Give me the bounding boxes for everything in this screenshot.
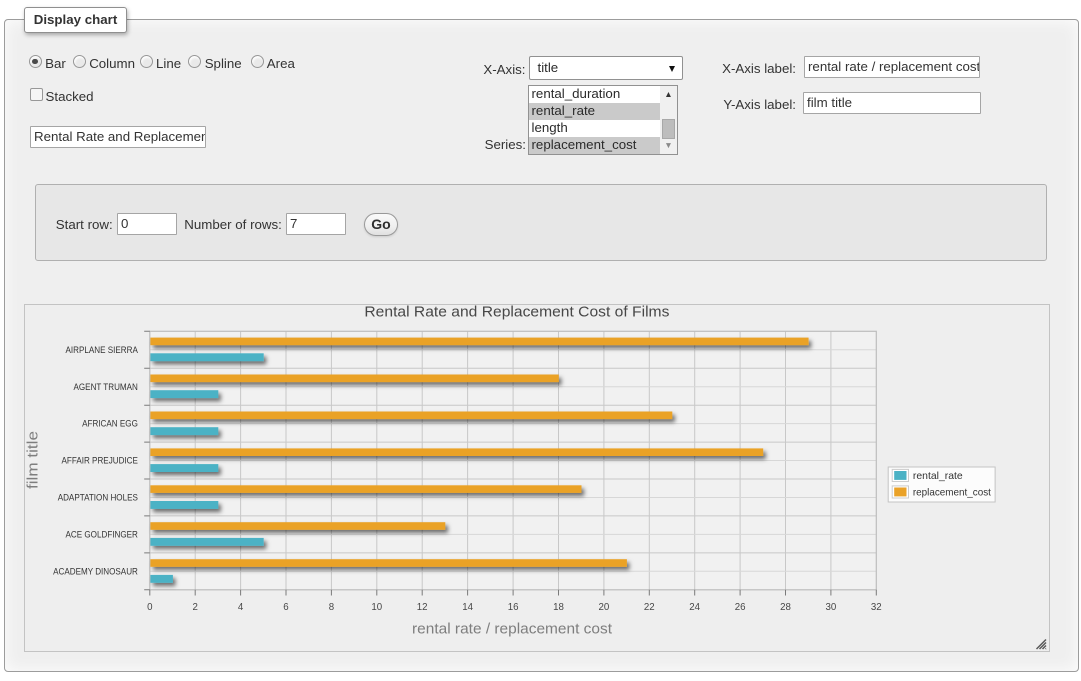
svg-text:rental_rate: rental_rate [913,471,963,482]
svg-text:Rental Rate and Replacement Co: Rental Rate and Replacement Cost of Film… [364,304,669,321]
svg-text:4: 4 [238,602,244,613]
svg-text:film title: film title [25,431,42,489]
svg-text:32: 32 [871,602,882,613]
svg-text:26: 26 [735,602,746,613]
svg-text:ACE GOLDFINGER: ACE GOLDFINGER [66,530,139,540]
svg-text:AGENT TRUMAN: AGENT TRUMAN [74,382,138,392]
svg-text:6: 6 [283,602,288,613]
svg-text:2: 2 [193,602,198,613]
svg-text:22: 22 [644,602,655,613]
svg-text:AFFAIR PREJUDICE: AFFAIR PREJUDICE [62,456,138,466]
svg-text:28: 28 [780,602,791,613]
svg-text:replacement_cost: replacement_cost [913,488,991,499]
svg-text:24: 24 [689,602,700,613]
svg-text:16: 16 [508,602,519,613]
svg-text:14: 14 [462,602,473,613]
svg-text:12: 12 [417,602,428,613]
svg-text:20: 20 [599,602,610,613]
svg-text:ADAPTATION HOLES: ADAPTATION HOLES [58,493,138,503]
svg-text:AFRICAN EGG: AFRICAN EGG [82,419,138,429]
svg-text:ACADEMY DINOSAUR: ACADEMY DINOSAUR [53,566,138,576]
svg-text:10: 10 [371,602,382,613]
svg-text:8: 8 [329,602,334,613]
svg-text:rental rate / replacement cost: rental rate / replacement cost [412,621,613,638]
svg-text:18: 18 [553,602,564,613]
svg-text:AIRPLANE SIERRA: AIRPLANE SIERRA [66,345,138,355]
svg-text:30: 30 [826,602,837,613]
svg-text:0: 0 [147,602,153,613]
